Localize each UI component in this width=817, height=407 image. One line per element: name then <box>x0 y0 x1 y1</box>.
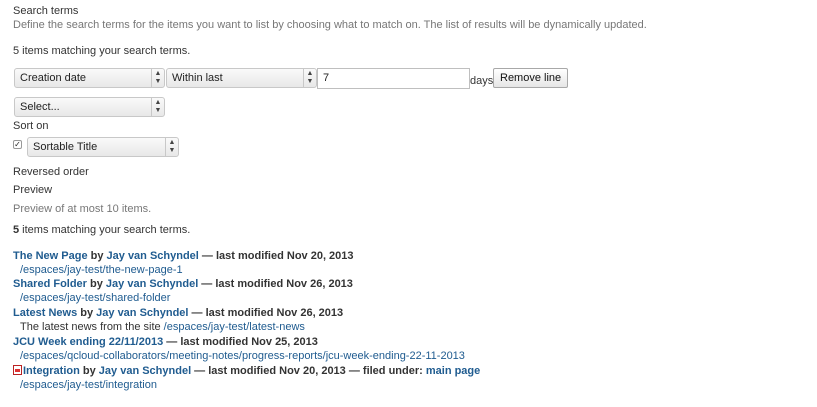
result-title-link[interactable]: The New Page <box>13 250 88 262</box>
result-by: by <box>86 278 106 290</box>
result-path-link[interactable]: /espaces/jay-test/shared-folder <box>20 292 170 304</box>
result-path-link[interactable]: /espaces/jay-test/latest-news <box>164 321 305 333</box>
select-arrows-icon: ▲ ▼ <box>303 69 316 87</box>
select-arrows-icon: ▲ ▼ <box>151 69 164 87</box>
sort-select[interactable]: Sortable Title ▲ ▼ <box>27 137 179 157</box>
result-author-link[interactable]: Jay van Schyndel <box>96 307 188 319</box>
remove-line-button[interactable]: Remove line <box>493 68 569 88</box>
search-terms-label: Search terms <box>13 5 79 17</box>
result-modified: — last modified Nov 20, 2013 <box>198 250 354 262</box>
result-title-link[interactable]: Shared Folder <box>13 278 87 290</box>
preview-help: Preview of at most 10 items. <box>13 203 152 215</box>
result-title-link[interactable]: JCU Week ending 22/11/2013 <box>13 336 163 348</box>
result-by: by <box>77 307 97 319</box>
result-description: The latest news from the site <box>20 321 164 333</box>
list-item: Integration by Jay van Schyndel — last m… <box>13 365 480 393</box>
result-modified: — last modified Nov 20, 2013 — filed und… <box>191 365 426 377</box>
preview-count-suffix: items matching your search terms. <box>19 224 191 236</box>
result-author-link[interactable]: Jay van Schyndel <box>107 250 199 262</box>
reversed-order-label: Reversed order <box>13 166 89 178</box>
result-path-link[interactable]: /espaces/jay-test/the-new-page-1 <box>20 264 183 276</box>
criteria-operator-value: Within last <box>172 72 223 84</box>
add-criteria-value: Select... <box>20 101 60 113</box>
pdf-icon <box>13 365 22 375</box>
result-path-link[interactable]: /espaces/jay-test/integration <box>20 379 157 391</box>
sort-on-label: Sort on <box>13 120 49 132</box>
criteria-unit-label: days <box>470 75 494 87</box>
criteria-field-select[interactable]: Creation date ▲ ▼ <box>14 68 165 88</box>
select-arrows-icon: ▲ ▼ <box>165 138 178 156</box>
result-by: by <box>79 365 99 377</box>
list-item: Latest News by Jay van Schyndel — last m… <box>13 307 343 335</box>
result-author-link[interactable]: Jay van Schyndel <box>106 278 198 290</box>
select-arrows-icon: ▲ ▼ <box>151 98 164 116</box>
criteria-field-value: Creation date <box>20 72 87 84</box>
list-item: Shared Folder by Jay van Schyndel — last… <box>13 278 353 306</box>
result-path-link[interactable]: /espaces/qcloud-collaborators/meeting-no… <box>20 350 465 362</box>
result-modified: — last modified Nov 26, 2013 <box>198 278 353 290</box>
result-author-link[interactable]: Jay van Schyndel <box>99 365 191 377</box>
preview-label: Preview <box>13 184 53 196</box>
criteria-value-input[interactable]: 7 <box>317 68 470 89</box>
search-terms-help: Define the search terms for the items yo… <box>13 19 647 31</box>
list-item: The New Page by Jay van Schyndel — last … <box>13 250 354 278</box>
criteria-operator-select[interactable]: Within last ▲ ▼ <box>166 68 317 88</box>
result-title-link[interactable]: Integration <box>23 365 80 377</box>
reversed-order-checkbox[interactable]: ✓ <box>13 140 22 149</box>
result-filed-under-link[interactable]: main page <box>426 365 480 377</box>
result-modified: — last modified Nov 26, 2013 <box>188 307 344 319</box>
result-modified: — last modified Nov 25, 2013 <box>163 336 318 348</box>
list-item: JCU Week ending 22/11/2013 — last modifi… <box>13 336 465 364</box>
sort-select-value: Sortable Title <box>33 141 98 153</box>
add-criteria-select[interactable]: Select... ▲ ▼ <box>14 97 165 117</box>
preview-match-count: 5 items matching your search terms. <box>13 224 190 236</box>
result-by: by <box>87 250 107 262</box>
match-count: 5 items matching your search terms. <box>13 45 191 57</box>
result-title-link[interactable]: Latest News <box>13 307 77 319</box>
